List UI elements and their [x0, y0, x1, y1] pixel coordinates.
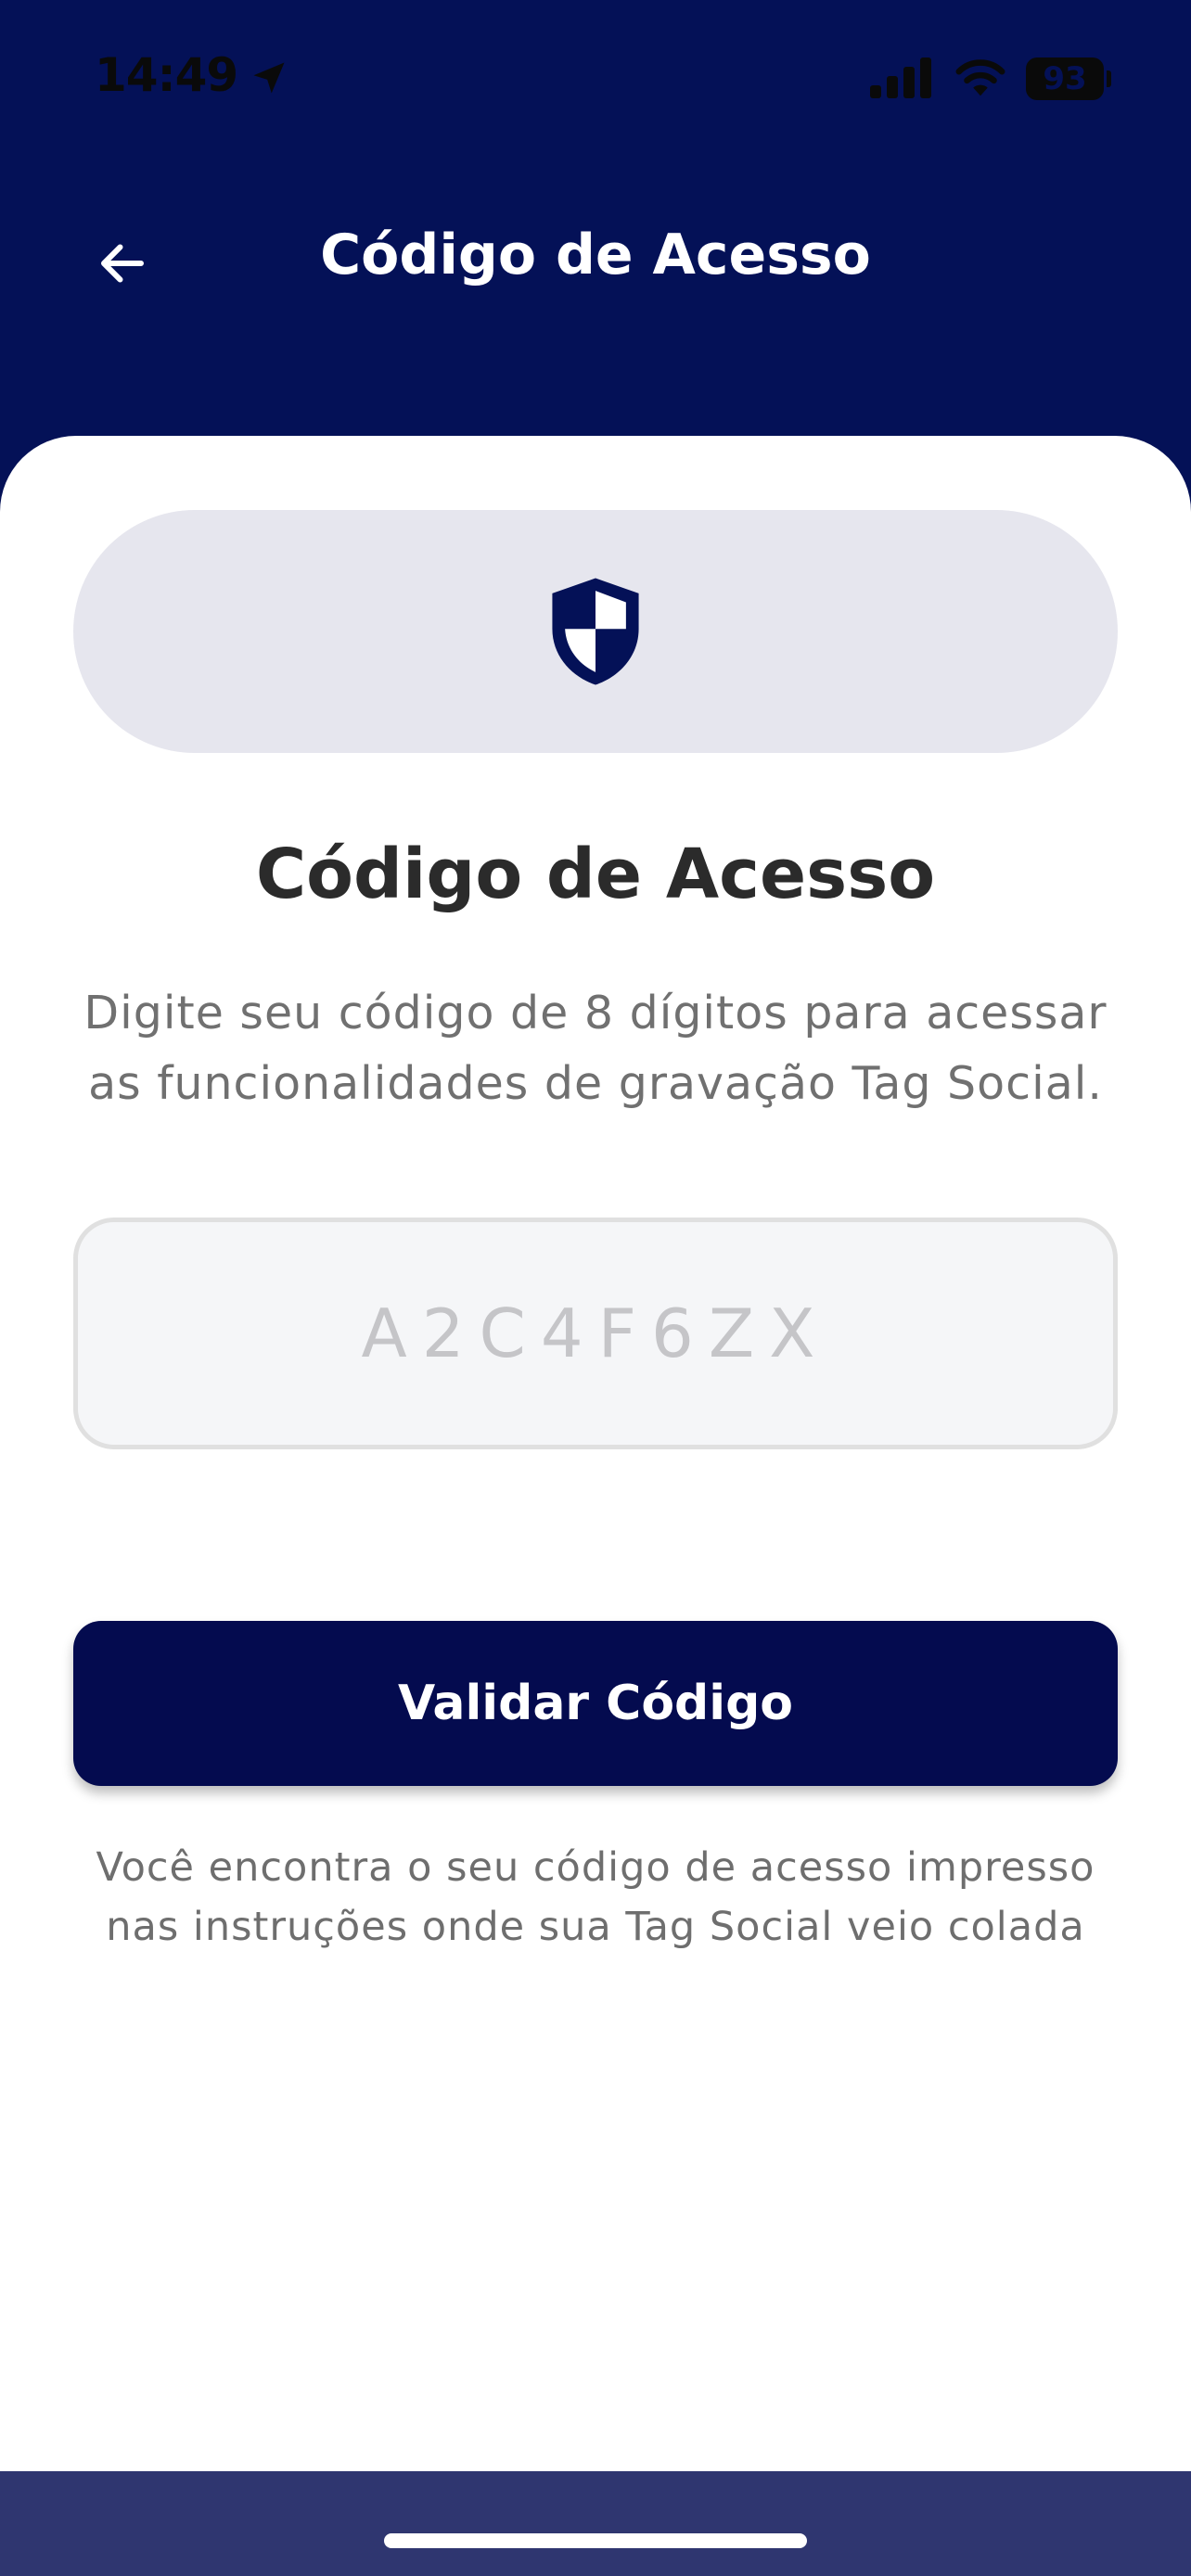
cellular-signal-icon [870, 57, 931, 98]
status-time: 14:49 [95, 48, 238, 102]
location-arrow-icon [253, 62, 285, 94]
wifi-icon [955, 59, 1005, 96]
help-text: Você encontra o seu código de acesso imp… [96, 1844, 1095, 1950]
access-code-input[interactable] [73, 1218, 1118, 1449]
access-code-screen: 14:49 93 Código de Acesso Código de Aces… [0, 0, 1191, 2576]
page-heading: Código de Acesso [255, 835, 936, 914]
bottom-bar [0, 2471, 1191, 2576]
nav-title: Código de Acesso [320, 223, 871, 287]
shield-banner [73, 510, 1118, 753]
battery-tip [1107, 70, 1111, 87]
validate-code-button[interactable]: Validar Código [73, 1621, 1118, 1786]
home-indicator [384, 2533, 807, 2548]
battery-level: 93 [1043, 60, 1087, 97]
instructions-text: Digite seu código de 8 dígitos para aces… [83, 987, 1108, 1110]
status-bar: 14:49 93 [0, 0, 1191, 158]
battery-icon: 93 [1026, 57, 1104, 100]
shield-icon [552, 578, 639, 685]
